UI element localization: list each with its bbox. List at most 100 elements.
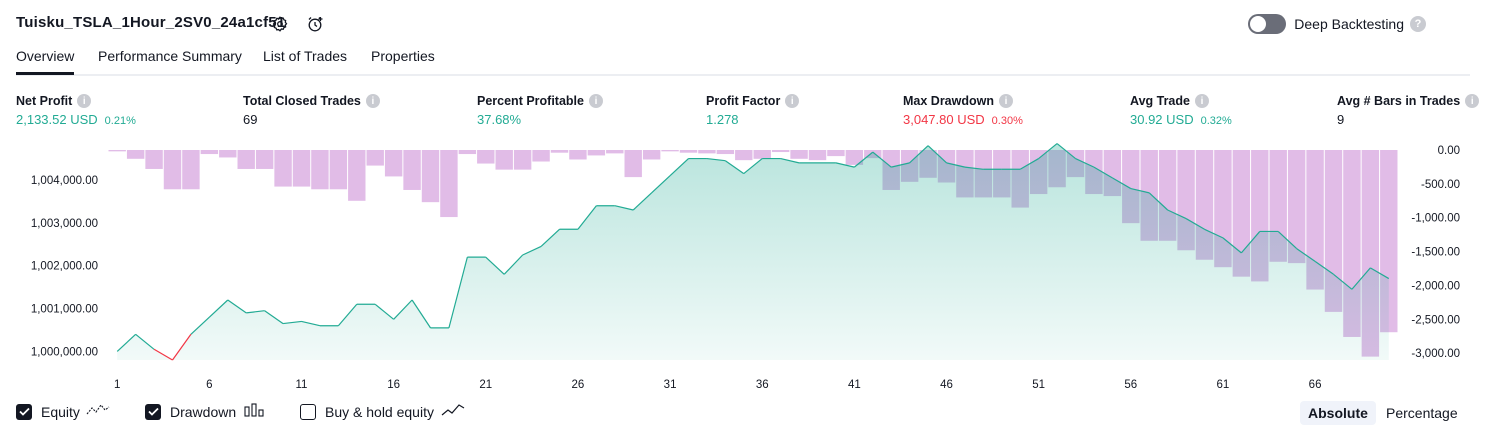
settings-gear-icon[interactable]: [269, 13, 291, 35]
info-icon[interactable]: i: [1194, 94, 1209, 108]
y-left-tick-label: 1,000,000.00: [31, 346, 98, 358]
x-tick-label: 16: [387, 379, 400, 391]
metric-total-closed-trades: Total Closed Trades i 69: [243, 94, 380, 127]
tab-overview[interactable]: Overview: [16, 48, 75, 75]
drawdown-bar: [255, 150, 274, 169]
x-tick-label: 21: [479, 379, 492, 391]
equity-line-icon: [86, 403, 110, 420]
metric-max-drawdown: Max Drawdown i 3,047.80 USD 0.30%: [903, 94, 1023, 127]
metric-value: 2,133.52 USD: [16, 112, 98, 127]
x-tick-label: 31: [664, 379, 677, 391]
x-tick-label: 56: [1124, 379, 1137, 391]
legend-equity[interactable]: Equity: [16, 403, 110, 420]
drawdown-bar: [569, 150, 587, 160]
drawdown-bar: [808, 150, 827, 161]
drawdown-checkbox[interactable]: [145, 403, 161, 420]
drawdown-bar: [716, 150, 735, 155]
add-alert-clock-icon[interactable]: [304, 13, 326, 35]
drawdown-bar: [274, 150, 292, 187]
drawdown-bar: [458, 150, 477, 155]
drawdown-bar: [606, 150, 624, 154]
info-icon[interactable]: i: [365, 94, 380, 108]
tab-properties[interactable]: Properties: [371, 48, 435, 74]
y-left-tick-label: 1,002,000.00: [31, 261, 98, 273]
drawdown-bar: [440, 150, 458, 218]
drawdown-bar: [108, 150, 126, 152]
y-right-tick-label: -2,500.00: [1411, 314, 1460, 326]
info-icon[interactable]: i: [77, 94, 92, 108]
x-tick-label: 36: [756, 379, 769, 391]
x-tick-label: 51: [1032, 379, 1045, 391]
drawdown-bar: [735, 150, 753, 161]
x-tick-label: 26: [572, 379, 585, 391]
y-left-tick-label: 1,003,000.00: [31, 218, 98, 230]
equity-drawdown-chart[interactable]: 1,000,000.00 1,001,000.00 1,002,000.00 1,00…: [0, 140, 1486, 400]
tab-list-of-trades[interactable]: List of Trades: [263, 48, 347, 74]
legend-label: Buy & hold equity: [325, 403, 434, 420]
legend-buy-hold-equity[interactable]: Buy & hold equity: [300, 403, 465, 420]
metric-label: Avg # Bars in Trades: [1337, 94, 1461, 108]
y-right-tick-label: -2,000.00: [1411, 280, 1460, 292]
y-right-tick-label: -500.00: [1421, 179, 1460, 191]
info-icon[interactable]: i: [588, 94, 603, 108]
buy-hold-line-icon: [441, 403, 465, 420]
info-icon[interactable]: i: [1465, 94, 1480, 108]
legend-drawdown[interactable]: Drawdown: [145, 403, 264, 420]
x-tick-label: 1: [114, 379, 120, 391]
drawdown-bar: [495, 150, 513, 170]
drawdown-bar: [219, 150, 237, 158]
drawdown-bar: [292, 150, 311, 187]
drawdown-bar: [532, 150, 550, 162]
y-axis-left: 1,000,000.00 1,001,000.00 1,002,000.00 1,00…: [31, 175, 98, 358]
y-right-tick-label: -3,000.00: [1411, 348, 1460, 360]
y-right-tick-label: -1,500.00: [1411, 247, 1460, 259]
metric-percent: 0.30%: [991, 115, 1023, 127]
metric-label: Max Drawdown: [903, 94, 994, 108]
drawdown-bar: [348, 150, 366, 201]
drawdown-bar: [477, 150, 495, 164]
metric-label: Profit Factor: [706, 94, 781, 108]
y-left-tick-label: 1,004,000.00: [31, 175, 98, 187]
strategy-title: Tuisku_TSLA_1Hour_2SV0_24a1cf51: [16, 14, 286, 31]
x-tick-label: 6: [206, 379, 212, 391]
drawdown-bar: [513, 150, 532, 170]
drawdown-bar: [366, 150, 384, 166]
deep-backtesting: Deep Backtesting ?: [1248, 14, 1426, 34]
deep-backtesting-label: Deep Backtesting: [1294, 16, 1404, 32]
metric-label: Percent Profitable: [477, 94, 584, 108]
percentage-toggle[interactable]: Percentage: [1378, 401, 1466, 425]
y-left-tick-label: 1,001,000.00: [31, 304, 98, 316]
equity-checkbox[interactable]: [16, 403, 32, 420]
drawdown-bar: [679, 150, 698, 153]
metric-percent-profitable: Percent Profitable i 37.68%: [477, 94, 603, 127]
metric-value: 69: [243, 112, 258, 127]
metric-avg-trade: Avg Trade i 30.92 USD 0.32%: [1130, 94, 1232, 127]
metric-profit-factor: Profit Factor i 1.278: [706, 94, 800, 127]
metric-value: 1.278: [706, 112, 739, 127]
drawdown-bar: [642, 150, 661, 160]
metric-percent: 0.21%: [104, 115, 136, 127]
tab-performance-summary[interactable]: Performance Summary: [98, 48, 242, 74]
help-icon[interactable]: ?: [1410, 16, 1426, 32]
x-axis: 1 6 11 16 21 26 31 36 41 46 51 56 61 66: [114, 379, 1321, 391]
metric-value: 3,047.80 USD: [903, 112, 985, 127]
drawdown-bar: [587, 150, 606, 156]
metric-net-profit: Net Profit i 2,133.52 USD 0.21%: [16, 94, 136, 127]
y-right-tick-label: -1,000.00: [1411, 213, 1460, 225]
deep-backtesting-toggle[interactable]: [1248, 14, 1287, 34]
legend-label: Equity: [41, 403, 80, 420]
drawdown-bar: [421, 150, 440, 203]
drawdown-bars-icon: [244, 403, 264, 420]
drawdown-bar: [237, 150, 255, 169]
absolute-toggle[interactable]: Absolute: [1300, 401, 1376, 425]
buy-hold-checkbox[interactable]: [300, 403, 316, 420]
tab-bar: Overview Performance Summary List of Tra…: [16, 48, 1470, 76]
metric-label: Total Closed Trades: [243, 94, 361, 108]
metric-value: 30.92 USD: [1130, 112, 1194, 127]
info-icon[interactable]: i: [785, 94, 800, 108]
legend-label: Drawdown: [170, 403, 237, 420]
info-icon[interactable]: i: [999, 94, 1013, 108]
drawdown-bar: [753, 150, 771, 159]
drawdown-bar: [163, 150, 182, 190]
metric-value: 9: [1337, 112, 1345, 127]
